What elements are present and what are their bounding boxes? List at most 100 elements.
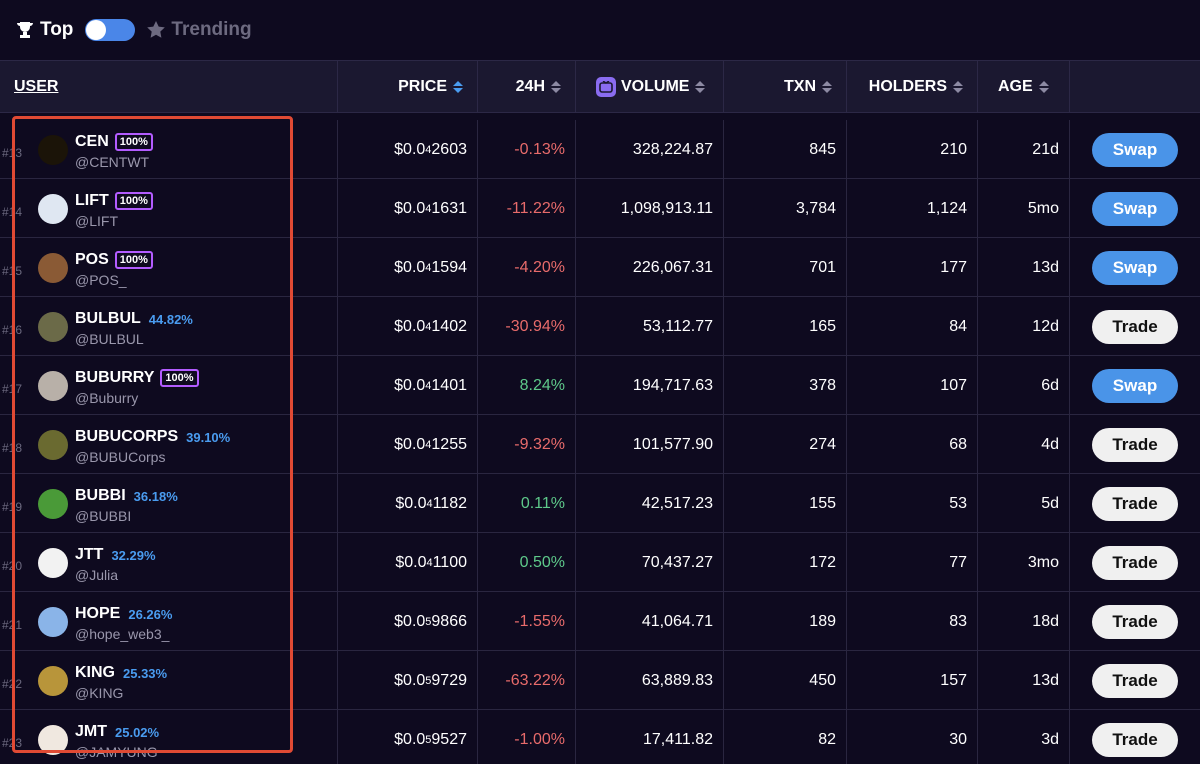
table-row[interactable]: #19 BUBBI 36.18% @BUBBI $0.0 4 1182 0.11% 4… — [0, 474, 1200, 533]
change-24h: -30.94% — [478, 297, 576, 356]
swap-button[interactable]: Swap — [1092, 368, 1178, 403]
table-row[interactable]: #14 LIFT 100% @LIFT $0.0 4 1631 -11.22% 1,0… — [0, 179, 1200, 238]
token-name-wrap: BUBBI 36.18% — [75, 487, 178, 505]
volume-cell: 101,577.90 — [576, 415, 724, 474]
rank: #22 — [2, 677, 23, 691]
swap-button[interactable]: Swap — [1092, 250, 1178, 285]
column-txn[interactable]: TXN — [724, 61, 847, 113]
trade-button[interactable]: Trade — [1092, 604, 1178, 639]
volume-cell: 194,717.63 — [576, 356, 724, 415]
top-trending-toggle[interactable] — [85, 19, 136, 41]
column-24h-label: 24H — [515, 78, 545, 95]
price-digits: 1255 — [431, 435, 467, 453]
table-row[interactable]: #22 KING 25.33% @KING $0.0 5 9729 -63.22% 6… — [0, 651, 1200, 710]
swap-button[interactable]: Swap — [1092, 191, 1178, 226]
holders-cell: 83 — [847, 592, 978, 651]
price-cell: $0.0 4 1594 — [338, 238, 478, 297]
action-cell: Trade — [1070, 651, 1200, 710]
trade-button[interactable]: Trade — [1092, 722, 1178, 757]
holder-percent: 39.10% — [186, 429, 231, 445]
trade-button[interactable]: Trade — [1092, 663, 1178, 698]
sort-icon — [551, 81, 561, 93]
column-action — [1070, 61, 1200, 113]
token-handle: @Julia — [75, 567, 119, 583]
action-cell: Trade — [1070, 710, 1200, 764]
table-row[interactable]: #20 JTT 32.29% @Julia $0.0 4 1100 0.50% 70,… — [0, 533, 1200, 592]
holder-full-badge: 100% — [114, 133, 153, 151]
user-cell[interactable]: #18 BUBUCORPS 39.10% @BUBUCorps — [0, 415, 338, 474]
age-cell: 18d — [978, 592, 1070, 651]
user-cell[interactable]: #19 BUBBI 36.18% @BUBBI — [0, 474, 338, 533]
holder-full-badge: 100% — [114, 251, 153, 269]
holder-percent: 32.29% — [111, 547, 156, 563]
user-cell[interactable]: #21 HOPE 26.26% @hope_web3_ — [0, 592, 338, 651]
tab-top[interactable]: Top — [14, 19, 73, 41]
token-name-wrap: LIFT 100% — [75, 192, 153, 210]
txn-cell: 82 — [724, 710, 847, 764]
user-cell[interactable]: #15 POS 100% @POS_ — [0, 238, 338, 297]
table-row[interactable]: #17 BUBURRY 100% @Buburry $0.0 4 1401 8.24%… — [0, 356, 1200, 415]
tab-trending[interactable]: Trending — [145, 19, 252, 41]
column-txn-label: TXN — [784, 78, 816, 95]
column-user[interactable]: USER — [0, 61, 338, 113]
age-cell: 12d — [978, 297, 1070, 356]
price-cell: $0.0 4 2603 — [338, 120, 478, 179]
token-name: BUBURRY — [75, 369, 155, 386]
rank: #16 — [2, 323, 23, 337]
holders-cell: 157 — [847, 651, 978, 710]
column-price[interactable]: PRICE — [338, 61, 478, 113]
holders-cell: 53 — [847, 474, 978, 533]
table-row[interactable]: #23 JMT 25.02% @JAMYUNG $0.0 5 9527 -1.00% … — [0, 710, 1200, 764]
change-24h: -9.32% — [478, 415, 576, 474]
column-24h[interactable]: 24H — [478, 61, 576, 113]
user-cell[interactable]: #16 BULBUL 44.82% @BULBUL — [0, 297, 338, 356]
token-name-wrap: JTT 32.29% — [75, 546, 156, 564]
table-row[interactable]: #21 HOPE 26.26% @hope_web3_ $0.0 5 9866 -1.… — [0, 592, 1200, 651]
user-cell[interactable]: #14 LIFT 100% @LIFT — [0, 179, 338, 238]
rank: #17 — [2, 382, 23, 396]
rank: #21 — [2, 618, 23, 632]
column-volume[interactable]: VOLUME — [576, 61, 724, 113]
column-age[interactable]: AGE — [978, 61, 1070, 113]
holders-cell: 77 — [847, 533, 978, 592]
token-handle: @hope_web3_ — [75, 626, 170, 642]
action-cell: Trade — [1070, 297, 1200, 356]
holders-cell: 177 — [847, 238, 978, 297]
column-age-label: AGE — [998, 78, 1033, 95]
trade-button[interactable]: Trade — [1092, 427, 1178, 462]
avatar — [38, 194, 68, 224]
sort-icon — [953, 81, 963, 93]
change-24h: 0.50% — [478, 533, 576, 592]
holders-cell: 210 — [847, 120, 978, 179]
avatar — [38, 489, 68, 519]
volume-cell: 41,064.71 — [576, 592, 724, 651]
user-cell[interactable]: #17 BUBURRY 100% @Buburry — [0, 356, 338, 415]
action-cell: Trade — [1070, 592, 1200, 651]
price-digits: 1401 — [431, 376, 467, 394]
price-digits: 9729 — [431, 671, 467, 689]
txn-cell: 155 — [724, 474, 847, 533]
price-cell: $0.0 4 1182 — [338, 474, 478, 533]
user-cell[interactable]: #13 CEN 100% @CENTWT — [0, 120, 338, 179]
user-cell[interactable]: #23 JMT 25.02% @JAMYUNG — [0, 710, 338, 764]
avatar — [38, 430, 68, 460]
table-row[interactable]: #16 BULBUL 44.82% @BULBUL $0.0 4 1402 -30.9… — [0, 297, 1200, 356]
token-handle: @CENTWT — [75, 154, 150, 170]
user-cell[interactable]: #22 KING 25.33% @KING — [0, 651, 338, 710]
table-row[interactable]: #18 BUBUCORPS 39.10% @BUBUCorps $0.0 4 1255… — [0, 415, 1200, 474]
change-24h: -1.00% — [478, 710, 576, 764]
txn-cell: 165 — [724, 297, 847, 356]
swap-button[interactable]: Swap — [1092, 132, 1178, 167]
action-cell: Trade — [1070, 533, 1200, 592]
table-row[interactable]: #15 POS 100% @POS_ $0.0 4 1594 -4.20% 226,0… — [0, 238, 1200, 297]
table-row[interactable]: #13 CEN 100% @CENTWT $0.0 4 2603 -0.13% 328… — [0, 120, 1200, 179]
user-cell[interactable]: #20 JTT 32.29% @Julia — [0, 533, 338, 592]
trade-button[interactable]: Trade — [1092, 486, 1178, 521]
price-cell: $0.0 4 1402 — [338, 297, 478, 356]
trade-button[interactable]: Trade — [1092, 309, 1178, 344]
change-24h: 8.24% — [478, 356, 576, 415]
trade-button[interactable]: Trade — [1092, 545, 1178, 580]
price-prefix: $0.0 — [394, 671, 426, 689]
column-holders[interactable]: HOLDERS — [847, 61, 978, 113]
volume-cell: 63,889.83 — [576, 651, 724, 710]
